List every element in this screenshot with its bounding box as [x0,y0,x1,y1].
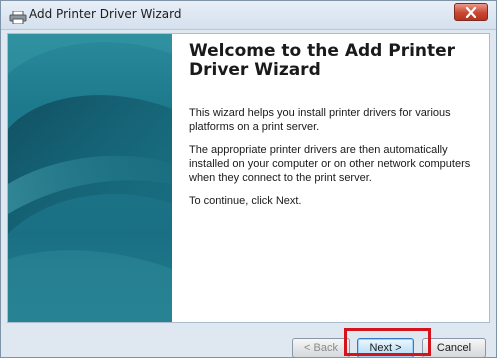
window-title: Add Printer Driver Wizard [29,7,182,21]
close-icon [465,7,477,18]
button-bar: < Back Next > Cancel [1,324,496,357]
printer-icon [9,9,27,25]
back-button-label: < Back [304,342,338,354]
wizard-heading: Welcome to the Add Printer Driver Wizard [189,41,456,80]
back-button[interactable]: < Back [292,338,350,357]
next-button-label: Next > [369,342,402,354]
wizard-banner-image [8,34,172,322]
close-button[interactable] [454,3,488,21]
next-button[interactable]: Next > [357,338,414,357]
details-paragraph: The appropriate printer drivers are then… [189,144,471,184]
continue-instruction: To continue, click Next. [189,195,302,207]
wizard-content: Welcome to the Add Printer Driver Wizard… [189,42,479,217]
cancel-button[interactable]: Cancel [422,338,486,357]
title-bar[interactable]: Add Printer Driver Wizard [1,1,496,30]
wizard-page: Welcome to the Add Printer Driver Wizard… [7,33,490,323]
intro-paragraph: This wizard helps you install printer dr… [189,107,451,133]
wizard-window: Add Printer Driver Wizard Welcome to the… [0,0,497,358]
cancel-button-label: Cancel [436,342,472,354]
